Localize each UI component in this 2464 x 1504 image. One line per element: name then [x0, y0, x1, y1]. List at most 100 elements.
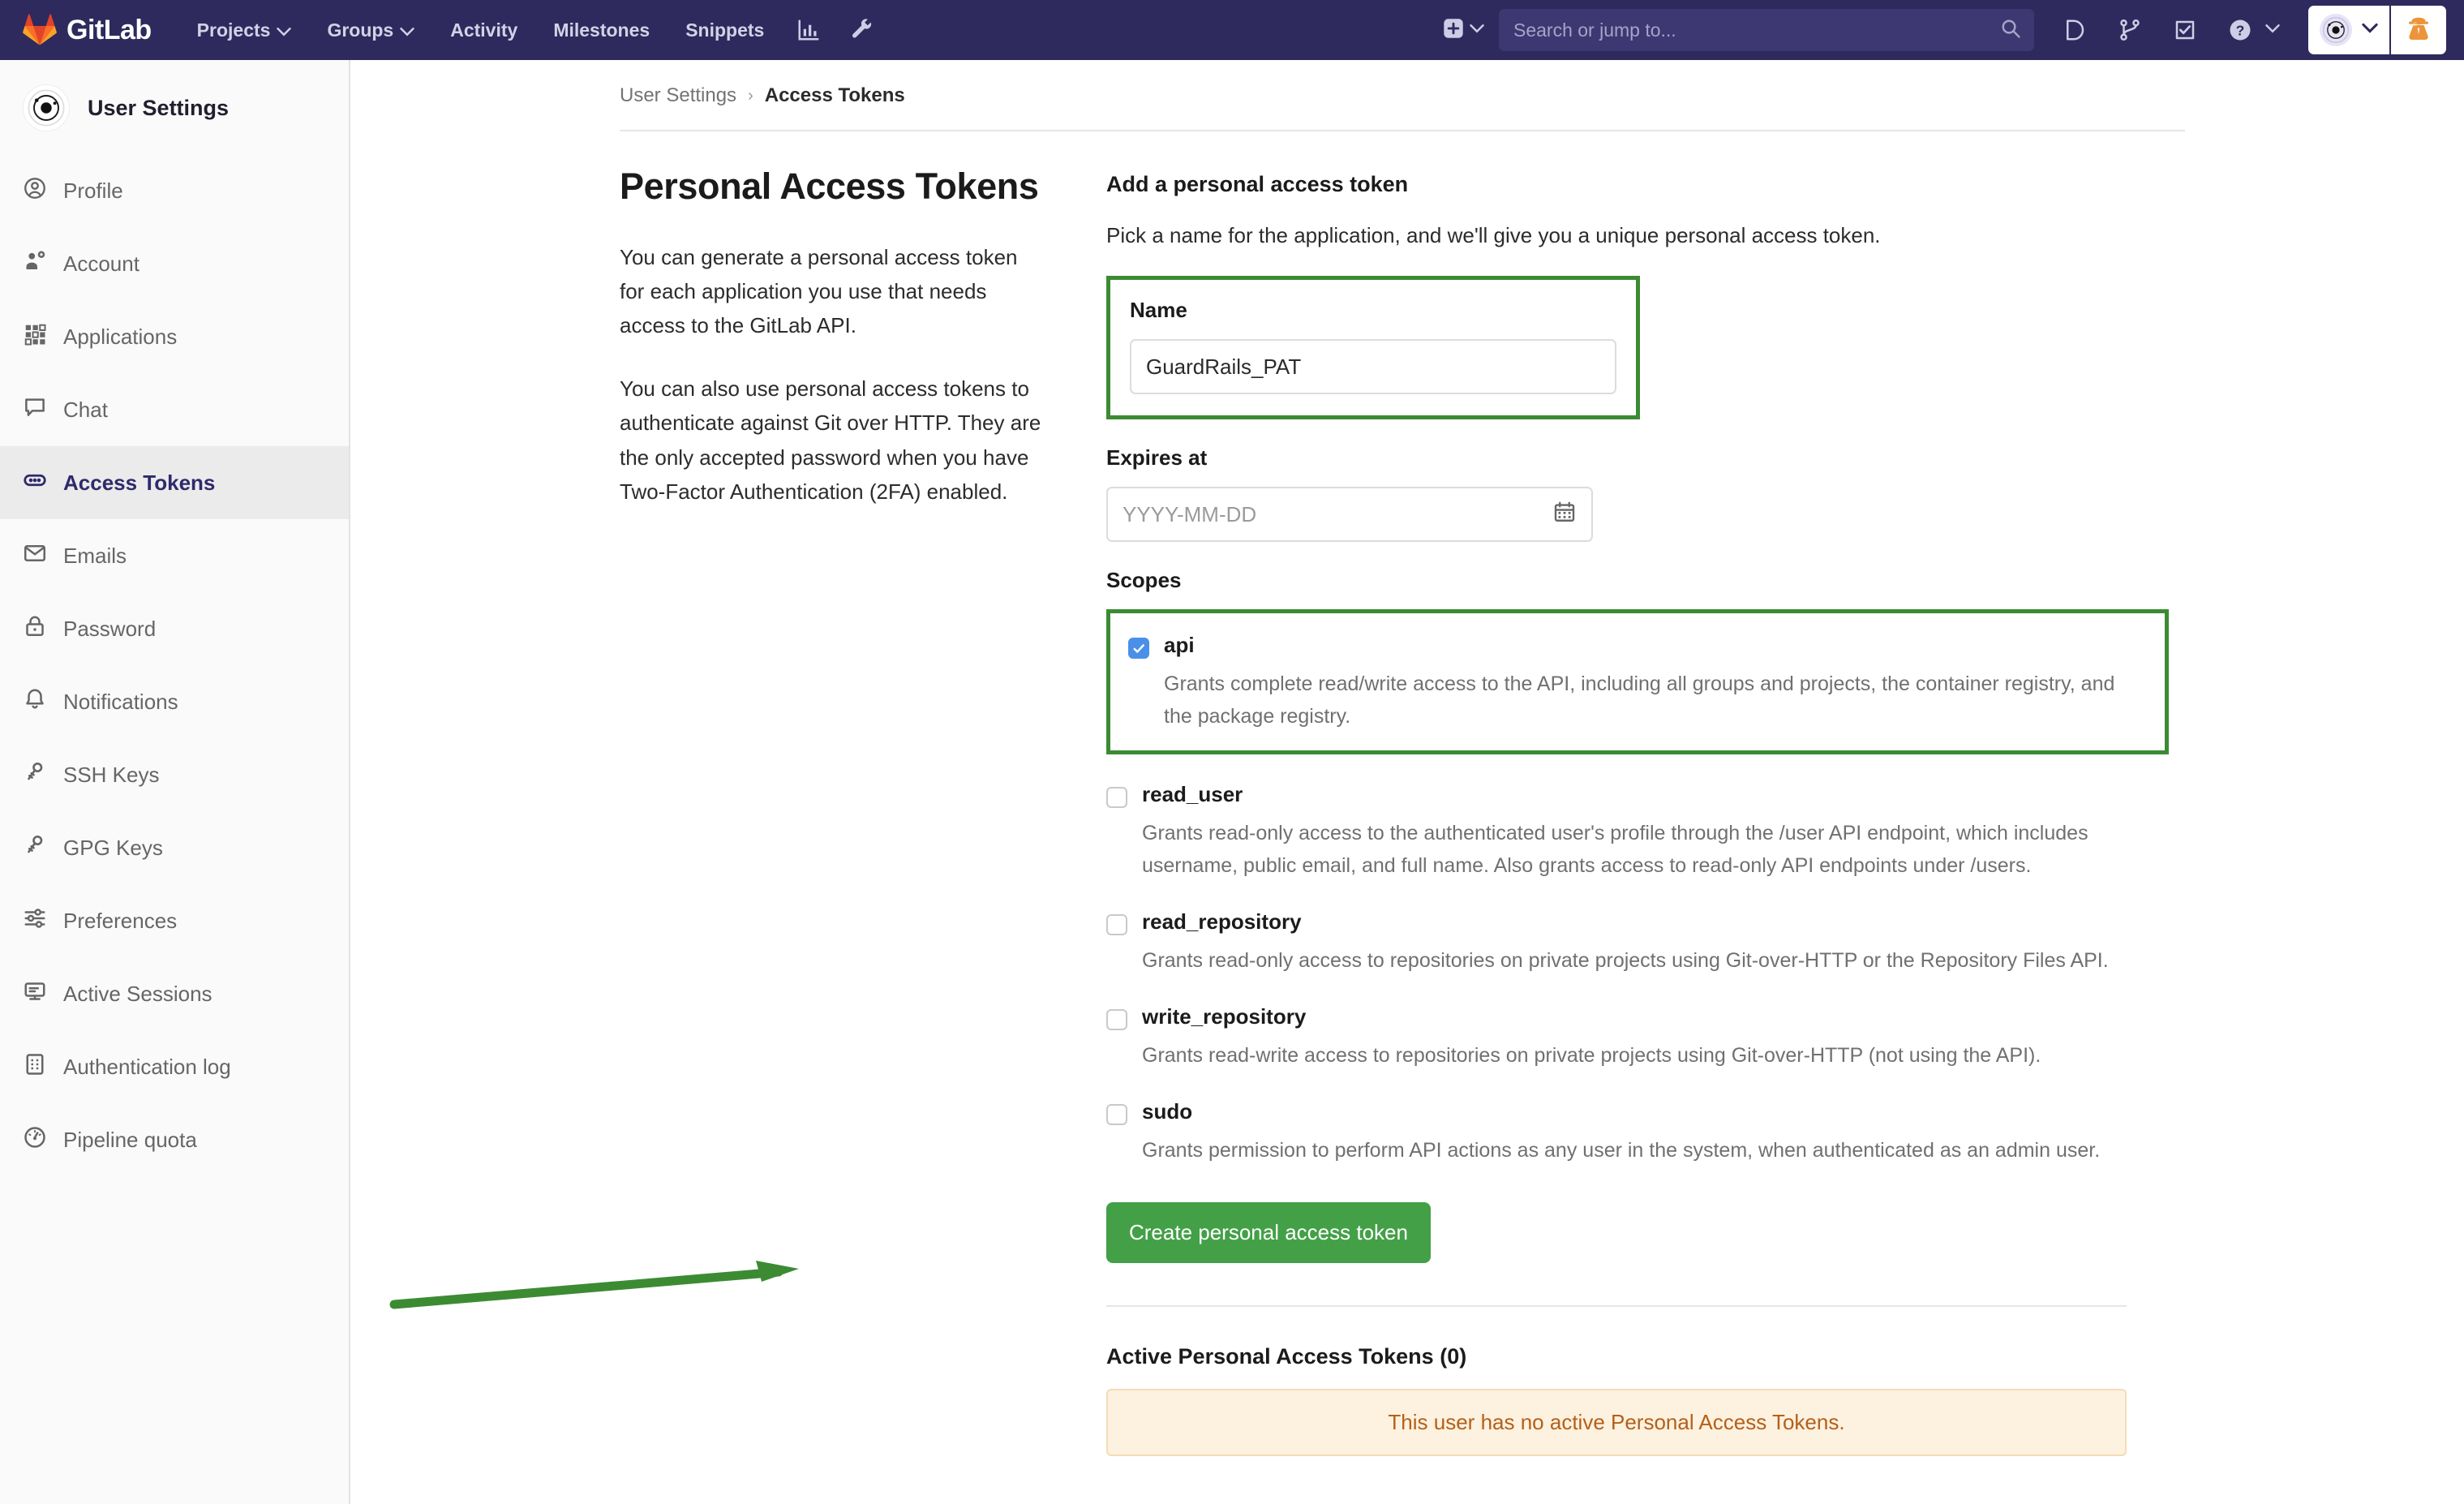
incognito-icon [2402, 12, 2435, 49]
scope-name: sudo [1142, 1099, 1193, 1124]
gitlab-brand[interactable]: GitLab [23, 13, 152, 47]
breadcrumb-current[interactable]: Access Tokens [765, 84, 905, 107]
nav-link-groups[interactable]: Groups [309, 19, 432, 41]
sidebar-item-label: Password [63, 617, 157, 641]
name-input[interactable]: GuardRails_PAT [1130, 339, 1616, 394]
scope-description: Grants read-only access to repositories … [1142, 949, 2109, 972]
account-gear-icon [23, 249, 47, 279]
sidebar-item-label: SSH Keys [63, 763, 160, 787]
sidebar-item-applications[interactable]: Applications [0, 300, 349, 373]
chevron-down-icon [400, 19, 414, 41]
sidebar-item-ssh-keys[interactable]: SSH Keys [0, 738, 349, 811]
bell-icon [23, 687, 47, 717]
lock-icon [23, 614, 47, 644]
scope-description: Grants read-write access to repositories… [1142, 1044, 2041, 1067]
key-icon [23, 760, 47, 790]
scope-row-api: api Grants complete read/write access to… [1128, 633, 2147, 733]
scope-text-read-user: read_user Grants read-only access to the… [1142, 782, 2152, 882]
new-item-button[interactable] [1443, 18, 1484, 43]
chat-bubble-icon [23, 395, 47, 425]
calendar-icon[interactable] [1552, 500, 1577, 530]
sidebar-item-label: Pipeline quota [63, 1128, 197, 1152]
top-navbar: GitLab Projects Groups Activity Mileston… [0, 0, 2464, 60]
sidebar-item-label: Account [63, 251, 140, 276]
page-title: Personal Access Tokens [620, 165, 1039, 207]
scope-checkbox-read-user[interactable] [1106, 787, 1127, 808]
wrench-icon[interactable] [835, 18, 889, 42]
incognito-button[interactable] [2391, 6, 2446, 54]
scope-text-read-repository: read_repository Grants read-only access … [1142, 909, 2109, 977]
description-column: Personal Access Tokens You can generate … [620, 165, 1106, 1456]
monitor-icon [23, 979, 47, 1009]
sidebar-item-password[interactable]: Password [0, 592, 349, 665]
breadcrumb-parent[interactable]: User Settings [620, 84, 736, 107]
user-avatar-icon [23, 84, 70, 131]
name-input-value: GuardRails_PAT [1146, 354, 1302, 379]
merge-requests-icon[interactable] [2102, 18, 2157, 42]
sliders-icon [23, 906, 47, 936]
chevron-down-icon [2265, 23, 2280, 37]
sidebar-item-emails[interactable]: Emails [0, 519, 349, 592]
sidebar-item-active-sessions[interactable]: Active Sessions [0, 957, 349, 1030]
envelope-icon [23, 541, 47, 571]
scope-checkbox-api[interactable] [1128, 638, 1149, 659]
gitlab-access-tokens-page: GitLab Projects Groups Activity Mileston… [0, 0, 2464, 1504]
chevron-down-icon [2362, 23, 2378, 37]
sidebar-item-label: Preferences [63, 909, 178, 933]
form-heading: Add a personal access token [1106, 172, 1409, 196]
scope-checkbox-write-repository[interactable] [1106, 1009, 1127, 1030]
search-placeholder: Search or jump to... [1513, 19, 1676, 41]
content-columns: Personal Access Tokens You can generate … [352, 131, 2464, 1456]
log-list-icon [23, 1052, 47, 1082]
search-input[interactable]: Search or jump to... [1499, 9, 2034, 51]
todos-icon[interactable] [2157, 18, 2213, 42]
issues-icon[interactable] [2047, 18, 2102, 42]
chart-bars-icon[interactable] [782, 18, 835, 42]
sidebar-item-account[interactable]: Account [0, 227, 349, 300]
scope-name: read_user [1142, 782, 1243, 806]
scope-checkbox-sudo[interactable] [1106, 1104, 1127, 1125]
sidebar-item-label: Applications [63, 324, 178, 349]
section-divider [1106, 1305, 2127, 1307]
sidebar-item-label: Authentication log [63, 1055, 231, 1079]
scope-row-write-repository: write_repository Grants read-write acces… [1106, 1004, 2161, 1072]
scope-checkbox-read-repository[interactable] [1106, 914, 1127, 935]
nav-link-milestones[interactable]: Milestones [535, 19, 668, 41]
key-icon [23, 833, 47, 863]
user-avatar-button[interactable] [2308, 6, 2389, 54]
sidebar-item-preferences[interactable]: Preferences [0, 884, 349, 957]
sidebar-item-profile[interactable]: Profile [0, 154, 349, 227]
api-scope-highlight: api Grants complete read/write access to… [1106, 609, 2169, 754]
sidebar-item-pipeline-quota[interactable]: Pipeline quota [0, 1103, 349, 1176]
main-content: User Settings › Access Tokens Personal A… [352, 60, 2464, 1504]
scope-name: write_repository [1142, 1004, 1307, 1029]
breadcrumb: User Settings › Access Tokens [352, 60, 2464, 107]
scope-text-write-repository: write_repository Grants read-write acces… [1142, 1004, 2041, 1072]
sidebar-item-chat[interactable]: Chat [0, 373, 349, 446]
sidebar-item-authentication-log[interactable]: Authentication log [0, 1030, 349, 1103]
sidebar-item-label: Profile [63, 178, 123, 203]
expires-input[interactable]: YYYY-MM-DD [1106, 487, 1593, 542]
applications-grid-icon [23, 322, 47, 352]
chevron-down-icon [277, 19, 292, 41]
sidebar-item-notifications[interactable]: Notifications [0, 665, 349, 738]
nav-link-activity[interactable]: Activity [432, 19, 535, 41]
breadcrumb-separator: › [748, 86, 753, 105]
nav-link-snippets[interactable]: Snippets [668, 19, 782, 41]
expires-placeholder: YYYY-MM-DD [1123, 501, 1257, 526]
sidebar-item-label: Notifications [63, 690, 178, 714]
navbar-right-icons: ? [2047, 18, 2295, 42]
scope-text-api: api Grants complete read/write access to… [1164, 633, 2147, 733]
sidebar-item-access-tokens[interactable]: Access Tokens [0, 446, 349, 519]
sidebar-item-gpg-keys[interactable]: GPG Keys [0, 811, 349, 884]
sidebar-item-label: Active Sessions [63, 982, 212, 1006]
user-menu [2308, 6, 2446, 54]
create-personal-access-token-button[interactable]: Create personal access token [1106, 1202, 1431, 1263]
gitlab-brand-text: GitLab [67, 14, 152, 45]
nav-link-projects[interactable]: Projects [179, 19, 310, 41]
token-icon [23, 468, 47, 498]
scopes-label: Scopes [1106, 568, 1182, 592]
name-label: Name [1130, 298, 1187, 322]
scope-row-read-repository: read_repository Grants read-only access … [1106, 909, 2161, 977]
help-icon[interactable]: ? [2213, 18, 2295, 42]
